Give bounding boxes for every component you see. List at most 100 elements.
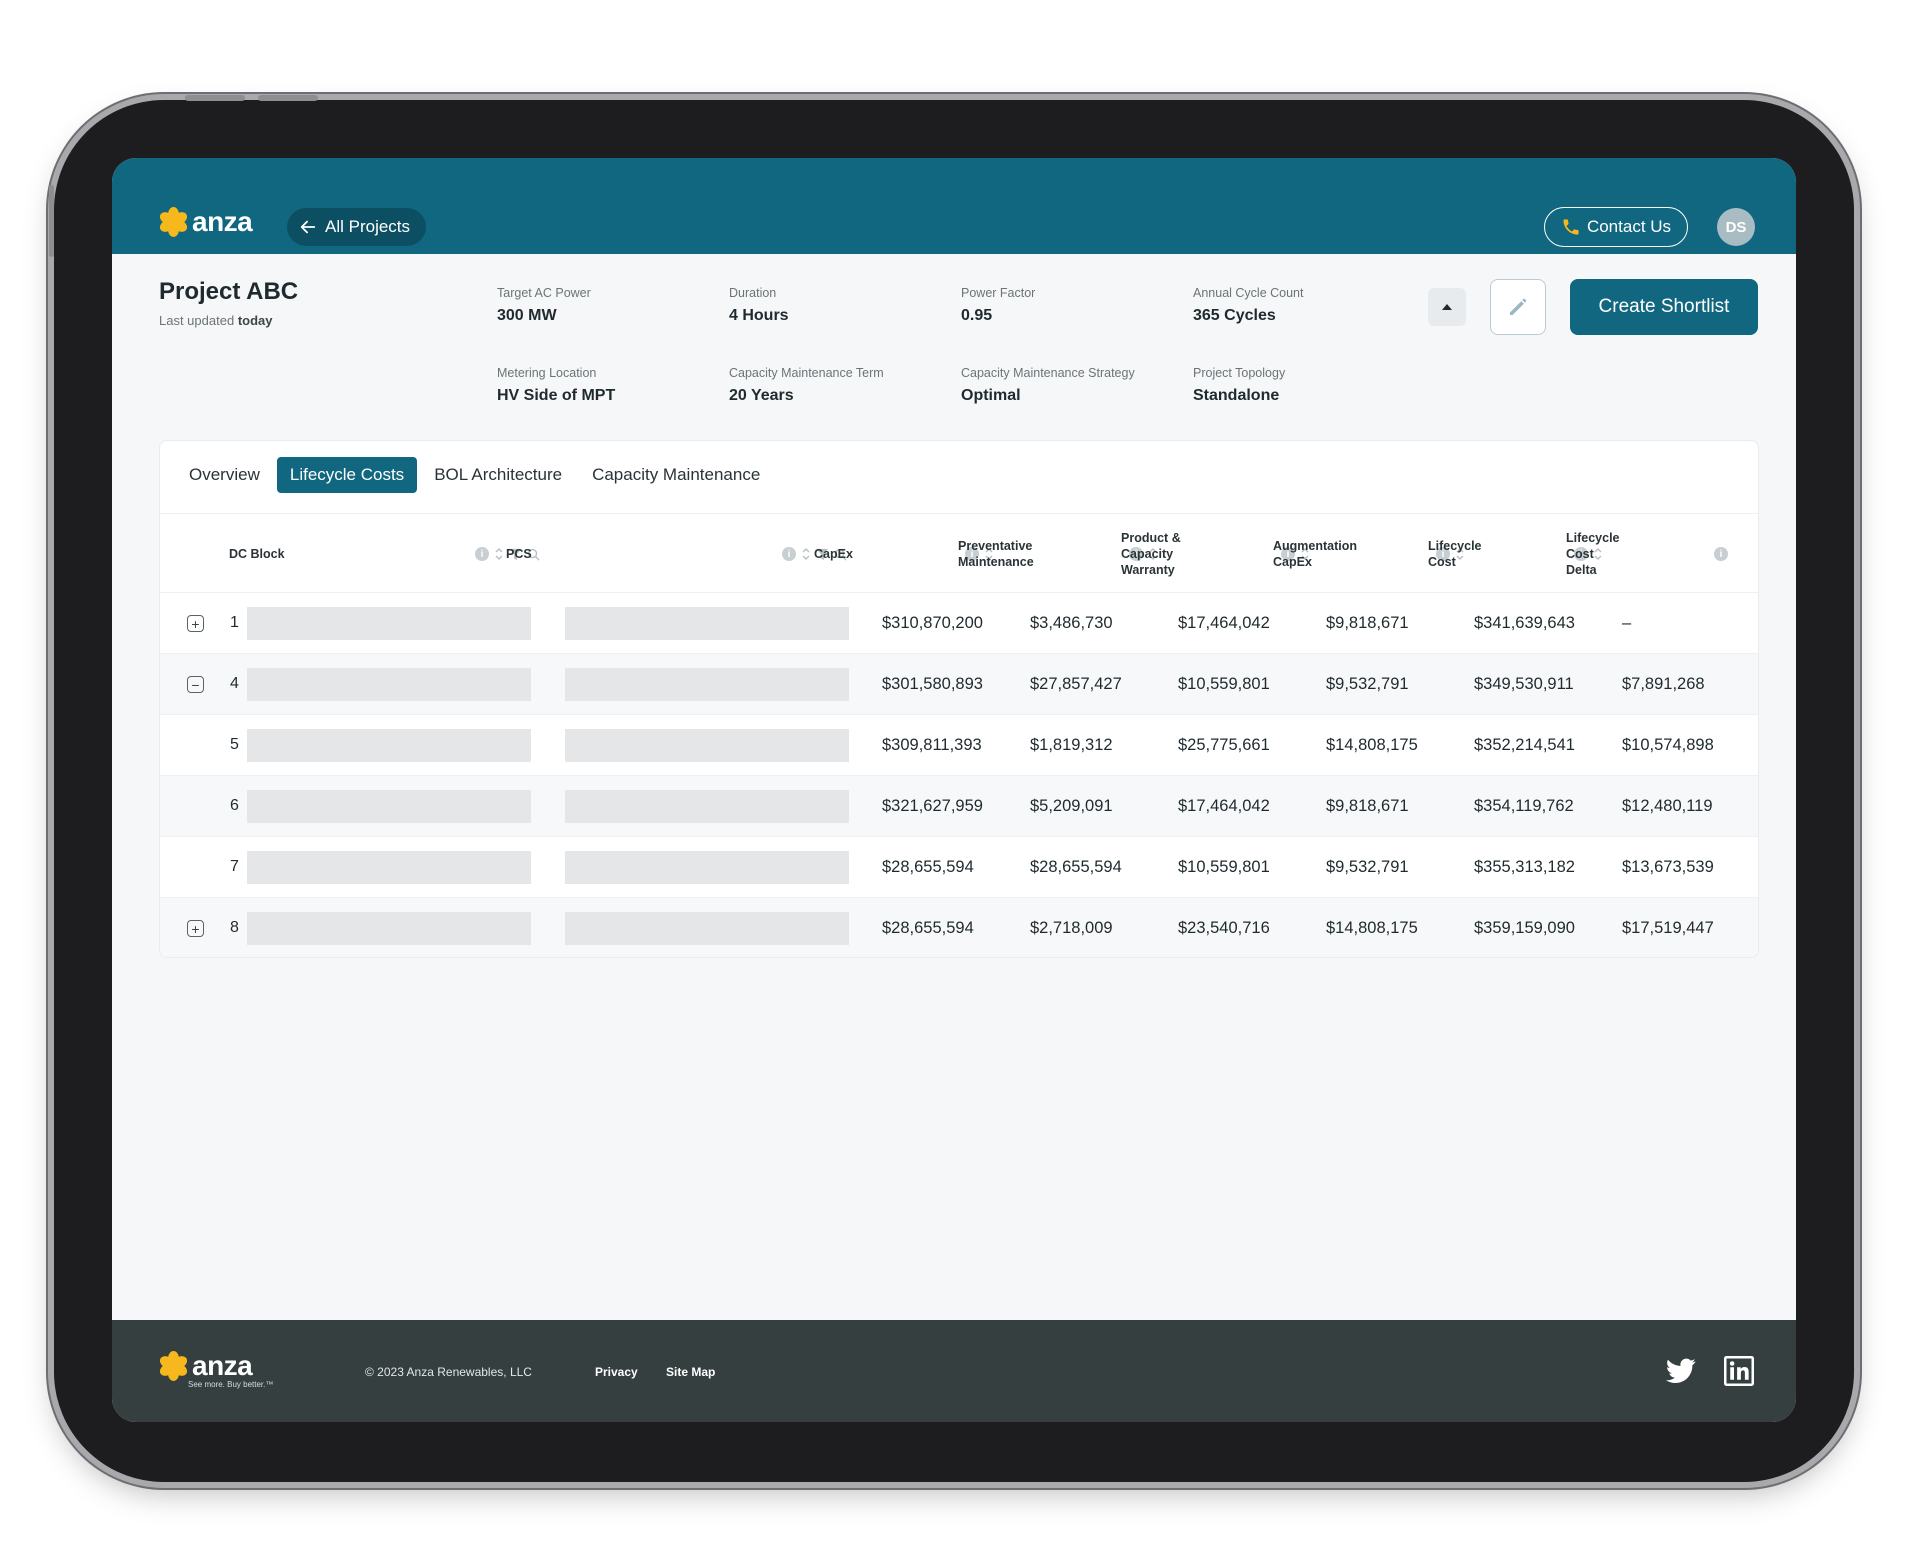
- meta-metering-location: Metering Location HV Side of MPT: [497, 366, 616, 404]
- table-row[interactable]: + 1 $310,870,200 $3,486,730 $17,464,042 …: [160, 593, 1758, 654]
- collapse-row-button[interactable]: −: [187, 676, 204, 693]
- dc-block-id: 5: [230, 736, 239, 753]
- all-projects-label: All Projects: [325, 217, 411, 236]
- warranty-cell: $25,775,661: [1178, 736, 1270, 754]
- column-header-dc-block[interactable]: DC Block: [229, 546, 285, 562]
- lifecycle-cost-delta-cell: $13,673,539: [1622, 858, 1714, 876]
- tablet-button: [49, 185, 54, 257]
- lifecycle-costs-card: Overview Lifecycle Costs BOL Architectur…: [159, 440, 1759, 958]
- capex-cell: $28,655,594: [882, 919, 974, 937]
- lifecycle-cost-delta-cell: $10,574,898: [1622, 736, 1714, 754]
- capex-cell: $321,627,959: [882, 797, 983, 815]
- column-header-lifecycle-cost[interactable]: Lifecycle Cost: [1428, 538, 1482, 570]
- logo-text: anza: [192, 206, 253, 237]
- dc-block-id: 4: [230, 675, 239, 692]
- contact-us-button[interactable]: Contact Us: [1544, 207, 1688, 247]
- pcs-placeholder: [565, 851, 849, 884]
- pcs-placeholder: [565, 668, 849, 701]
- tab-lifecycle-costs[interactable]: Lifecycle Costs: [276, 457, 418, 493]
- table-row[interactable]: 6 $321,627,959 $5,209,091 $17,464,042 $9…: [160, 776, 1758, 837]
- privacy-link[interactable]: Privacy: [595, 1365, 638, 1379]
- tab-overview[interactable]: Overview: [176, 457, 273, 493]
- capex-cell: $310,870,200: [882, 614, 983, 632]
- meta-capacity-maintenance-term: Capacity Maintenance Term 20 Years: [729, 366, 884, 404]
- expand-row-button[interactable]: +: [187, 920, 204, 937]
- dc-block-placeholder: [247, 851, 531, 884]
- dc-block-placeholder: [247, 729, 531, 762]
- anza-logo[interactable]: anza: [157, 206, 253, 238]
- meta-target-ac-power: Target AC Power 300 MW: [497, 286, 591, 324]
- column-header-product-capacity-warranty[interactable]: Product & Capacity Warranty: [1121, 530, 1181, 578]
- table-row[interactable]: 5 $309,811,393 $1,819,312 $25,775,661 $1…: [160, 715, 1758, 776]
- contact-us-label: Contact Us: [1586, 217, 1672, 236]
- warranty-cell: $17,464,042: [1178, 797, 1270, 815]
- pcs-placeholder: [565, 912, 849, 945]
- lifecycle-cost-cell: $354,119,762: [1474, 797, 1574, 815]
- sort-icon[interactable]: [494, 547, 504, 561]
- capex-cell: $301,580,893: [882, 675, 983, 693]
- column-header-preventative-maintenance[interactable]: Preventative Maintenance: [958, 538, 1034, 570]
- preventative-maintenance-cell: $2,718,009: [1030, 919, 1113, 937]
- info-icon[interactable]: i: [1714, 547, 1728, 561]
- tab-bar: Overview Lifecycle Costs BOL Architectur…: [176, 457, 777, 493]
- column-header-capex[interactable]: CapEx: [814, 546, 853, 562]
- tablet-button: [185, 95, 245, 101]
- user-avatar[interactable]: DS: [1717, 208, 1755, 246]
- anza-footer-logo[interactable]: anza: [157, 1350, 253, 1382]
- collapse-button[interactable]: [1428, 288, 1466, 326]
- lifecycle-cost-cell: $341,639,643: [1474, 614, 1575, 632]
- warranty-cell: $10,559,801: [1178, 675, 1270, 693]
- lifecycle-cost-cell: $352,214,541: [1474, 736, 1575, 754]
- site-map-link[interactable]: Site Map: [666, 1365, 715, 1379]
- dc-block-placeholder: [247, 912, 531, 945]
- tab-bol-architecture[interactable]: BOL Architecture: [421, 457, 575, 493]
- augmentation-capex-cell: $9,818,671: [1326, 797, 1409, 815]
- table-row[interactable]: − 4 $301,580,893 $27,857,427 $10,559,801…: [160, 654, 1758, 715]
- dc-block-placeholder: [247, 607, 531, 640]
- lifecycle-cost-delta-cell: $7,891,268: [1622, 675, 1705, 693]
- app-screen: anza All Projects Contact Us DS Project …: [112, 158, 1796, 1422]
- info-icon[interactable]: i: [475, 547, 489, 561]
- augmentation-capex-cell: $14,808,175: [1326, 919, 1418, 937]
- meta-project-topology: Project Topology Standalone: [1193, 366, 1286, 404]
- edit-button[interactable]: [1490, 279, 1546, 335]
- dc-block-placeholder: [247, 668, 531, 701]
- lifecycle-cost-cell: $359,159,090: [1474, 919, 1575, 937]
- preventative-maintenance-cell: $5,209,091: [1030, 797, 1113, 815]
- phone-icon: [1563, 219, 1579, 235]
- pcs-placeholder: [565, 607, 849, 640]
- twitter-icon[interactable]: [1666, 1358, 1696, 1384]
- table-row[interactable]: + 8 $28,655,594 $2,718,009 $23,540,716 $…: [160, 898, 1758, 957]
- linkedin-icon[interactable]: [1724, 1356, 1754, 1386]
- meta-power-factor: Power Factor 0.95: [961, 286, 1036, 324]
- table-header: DC Block i PCS i CapEx i Preventative Ma…: [160, 513, 1758, 593]
- warranty-cell: $10,559,801: [1178, 858, 1270, 876]
- create-shortlist-button[interactable]: Create Shortlist: [1570, 279, 1758, 335]
- footer: anza See more. Buy better.™ © 2023 Anza …: [112, 1320, 1796, 1422]
- lifecycle-cost-delta-cell: –: [1622, 614, 1632, 632]
- page-title: Project ABC: [159, 278, 299, 305]
- flower-icon: [157, 207, 189, 237]
- dc-block-id: 8: [230, 919, 239, 936]
- flower-icon: [157, 1351, 189, 1381]
- column-header-pcs[interactable]: PCS: [506, 546, 532, 562]
- lifecycle-cost-cell: $349,530,911: [1474, 675, 1574, 693]
- column-header-lifecycle-cost-delta[interactable]: Lifecycle Cost Delta: [1566, 530, 1620, 578]
- sort-icon[interactable]: [801, 547, 811, 561]
- dc-block-id: 6: [230, 797, 239, 814]
- logo-text: anza: [192, 1350, 253, 1381]
- preventative-maintenance-cell: $28,655,594: [1030, 858, 1122, 876]
- dc-block-placeholder: [247, 790, 531, 823]
- table-row[interactable]: 7 $28,655,594 $28,655,594 $10,559,801 $9…: [160, 837, 1758, 898]
- dc-block-id: 1: [230, 614, 239, 631]
- expand-row-button[interactable]: +: [187, 615, 204, 632]
- warranty-cell: $17,464,042: [1178, 614, 1270, 632]
- column-header-augmentation-capex[interactable]: Augmentation CapEx: [1273, 538, 1357, 570]
- info-icon[interactable]: i: [782, 547, 796, 561]
- all-projects-button[interactable]: All Projects: [287, 208, 427, 246]
- copyright: © 2023 Anza Renewables, LLC: [365, 1365, 532, 1379]
- preventative-maintenance-cell: $3,486,730: [1030, 614, 1113, 632]
- preventative-maintenance-cell: $1,819,312: [1030, 736, 1113, 754]
- tab-capacity-maintenance[interactable]: Capacity Maintenance: [579, 457, 773, 493]
- last-updated: Last updated today: [159, 313, 273, 328]
